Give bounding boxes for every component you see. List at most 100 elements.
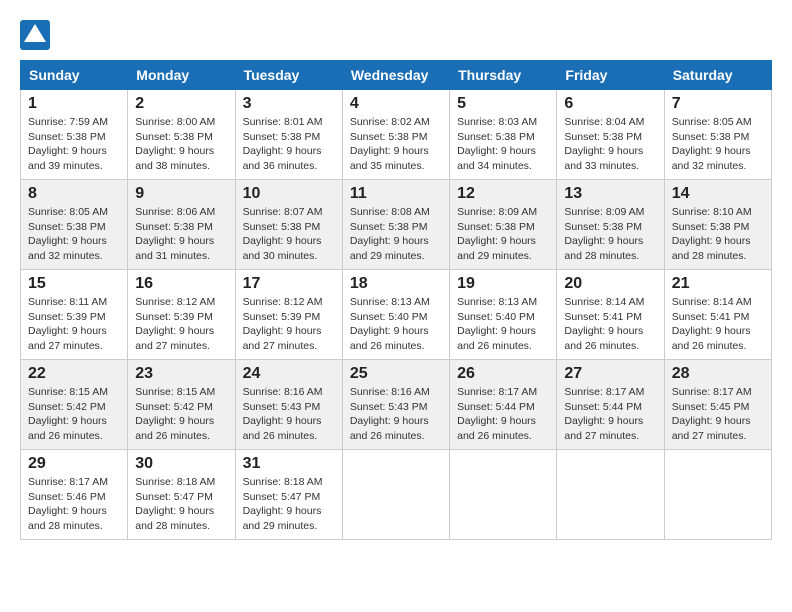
day-number: 28	[672, 365, 764, 383]
day-info: Sunrise: 8:02 AM Sunset: 5:38 PM Dayligh…	[350, 115, 442, 174]
day-number: 20	[564, 275, 656, 293]
day-info: Sunrise: 8:13 AM Sunset: 5:40 PM Dayligh…	[350, 295, 442, 354]
calendar-day-cell: 21Sunrise: 8:14 AM Sunset: 5:41 PM Dayli…	[664, 270, 771, 360]
calendar-day-cell: 18Sunrise: 8:13 AM Sunset: 5:40 PM Dayli…	[342, 270, 449, 360]
calendar-day-cell: 28 Sunrise: 8:17 AM Sunset: 5:45 PM Dayli…	[664, 360, 771, 450]
calendar-day-cell: 26 Sunrise: 8:17 AM Sunset: 5:44 PM Dayli…	[450, 360, 557, 450]
day-info: Sunrise: 8:08 AM Sunset: 5:38 PM Dayligh…	[350, 205, 442, 264]
calendar-week-row: 1 Sunrise: 7:59 AM Sunset: 5:38 PM Daylig…	[21, 90, 772, 180]
calendar-week-row: 29 Sunrise: 8:17 AM Sunset: 5:46 PM Dayli…	[21, 450, 772, 540]
calendar-day-cell: 8 Sunrise: 8:05 AM Sunset: 5:38 PM Daylig…	[21, 180, 128, 270]
day-info: Sunrise: 8:06 AM Sunset: 5:38 PM Dayligh…	[135, 205, 227, 264]
weekday-header-row: SundayMondayTuesdayWednesdayThursdayFrid…	[21, 61, 772, 90]
calendar-week-row: 22 Sunrise: 8:15 AM Sunset: 5:42 PM Dayli…	[21, 360, 772, 450]
day-number: 17	[243, 275, 335, 293]
day-info: Sunrise: 8:09 AM Sunset: 5:38 PM Dayligh…	[457, 205, 549, 264]
day-info: Sunrise: 8:17 AM Sunset: 5:44 PM Dayligh…	[457, 385, 549, 444]
day-info: Sunrise: 8:01 AM Sunset: 5:38 PM Dayligh…	[243, 115, 335, 174]
calendar-day-cell: 29 Sunrise: 8:17 AM Sunset: 5:46 PM Dayli…	[21, 450, 128, 540]
day-info: Sunrise: 8:16 AM Sunset: 5:43 PM Dayligh…	[243, 385, 335, 444]
calendar-day-cell	[342, 450, 449, 540]
weekday-header-cell: Saturday	[664, 61, 771, 90]
day-info: Sunrise: 8:18 AM Sunset: 5:47 PM Dayligh…	[243, 475, 335, 534]
day-info: Sunrise: 8:14 AM Sunset: 5:41 PM Dayligh…	[564, 295, 656, 354]
day-info: Sunrise: 8:13 AM Sunset: 5:40 PM Dayligh…	[457, 295, 549, 354]
day-number: 10	[243, 185, 335, 203]
day-number: 1	[28, 95, 120, 113]
day-info: Sunrise: 8:12 AM Sunset: 5:39 PM Dayligh…	[135, 295, 227, 354]
calendar-day-cell: 14 Sunrise: 8:10 AM Sunset: 5:38 PM Dayli…	[664, 180, 771, 270]
calendar-day-cell: 22 Sunrise: 8:15 AM Sunset: 5:42 PM Dayli…	[21, 360, 128, 450]
day-info: Sunrise: 8:04 AM Sunset: 5:38 PM Dayligh…	[564, 115, 656, 174]
day-number: 31	[243, 455, 335, 473]
day-number: 8	[28, 185, 120, 203]
calendar-body: 1 Sunrise: 7:59 AM Sunset: 5:38 PM Daylig…	[21, 90, 772, 540]
day-info: Sunrise: 8:00 AM Sunset: 5:38 PM Dayligh…	[135, 115, 227, 174]
day-number: 6	[564, 95, 656, 113]
weekday-header-cell: Wednesday	[342, 61, 449, 90]
calendar-day-cell: 9 Sunrise: 8:06 AM Sunset: 5:38 PM Daylig…	[128, 180, 235, 270]
day-info: Sunrise: 8:17 AM Sunset: 5:46 PM Dayligh…	[28, 475, 120, 534]
weekday-header-cell: Tuesday	[235, 61, 342, 90]
calendar-day-cell	[450, 450, 557, 540]
day-number: 15	[28, 275, 120, 293]
logo	[20, 20, 54, 50]
calendar-day-cell: 25 Sunrise: 8:16 AM Sunset: 5:43 PM Dayli…	[342, 360, 449, 450]
day-number: 19	[457, 275, 549, 293]
calendar-day-cell: 1 Sunrise: 7:59 AM Sunset: 5:38 PM Daylig…	[21, 90, 128, 180]
day-info: Sunrise: 8:05 AM Sunset: 5:38 PM Dayligh…	[672, 115, 764, 174]
calendar-day-cell: 20 Sunrise: 8:14 AM Sunset: 5:41 PM Dayli…	[557, 270, 664, 360]
day-number: 25	[350, 365, 442, 383]
calendar-day-cell: 10Sunrise: 8:07 AM Sunset: 5:38 PM Dayli…	[235, 180, 342, 270]
day-number: 16	[135, 275, 227, 293]
day-number: 29	[28, 455, 120, 473]
day-info: Sunrise: 8:17 AM Sunset: 5:44 PM Dayligh…	[564, 385, 656, 444]
day-info: Sunrise: 8:18 AM Sunset: 5:47 PM Dayligh…	[135, 475, 227, 534]
calendar-day-cell	[557, 450, 664, 540]
calendar-day-cell: 30 Sunrise: 8:18 AM Sunset: 5:47 PM Dayli…	[128, 450, 235, 540]
calendar-week-row: 8 Sunrise: 8:05 AM Sunset: 5:38 PM Daylig…	[21, 180, 772, 270]
day-info: Sunrise: 8:05 AM Sunset: 5:38 PM Dayligh…	[28, 205, 120, 264]
calendar-day-cell: 6 Sunrise: 8:04 AM Sunset: 5:38 PM Daylig…	[557, 90, 664, 180]
day-number: 30	[135, 455, 227, 473]
calendar-day-cell: 31 Sunrise: 8:18 AM Sunset: 5:47 PM Dayli…	[235, 450, 342, 540]
day-number: 3	[243, 95, 335, 113]
calendar-day-cell: 19 Sunrise: 8:13 AM Sunset: 5:40 PM Dayli…	[450, 270, 557, 360]
day-number: 21	[672, 275, 764, 293]
calendar-day-cell: 16 Sunrise: 8:12 AM Sunset: 5:39 PM Dayli…	[128, 270, 235, 360]
day-info: Sunrise: 8:10 AM Sunset: 5:38 PM Dayligh…	[672, 205, 764, 264]
day-number: 26	[457, 365, 549, 383]
weekday-header-cell: Sunday	[21, 61, 128, 90]
day-number: 24	[243, 365, 335, 383]
day-info: Sunrise: 8:16 AM Sunset: 5:43 PM Dayligh…	[350, 385, 442, 444]
day-info: Sunrise: 8:17 AM Sunset: 5:45 PM Dayligh…	[672, 385, 764, 444]
calendar-day-cell: 13Sunrise: 8:09 AM Sunset: 5:38 PM Dayli…	[557, 180, 664, 270]
calendar-day-cell: 27 Sunrise: 8:17 AM Sunset: 5:44 PM Dayli…	[557, 360, 664, 450]
calendar-day-cell: 17Sunrise: 8:12 AM Sunset: 5:39 PM Dayli…	[235, 270, 342, 360]
day-number: 9	[135, 185, 227, 203]
day-number: 27	[564, 365, 656, 383]
day-number: 2	[135, 95, 227, 113]
day-number: 22	[28, 365, 120, 383]
calendar-day-cell: 3 Sunrise: 8:01 AM Sunset: 5:38 PM Daylig…	[235, 90, 342, 180]
calendar-day-cell: 7 Sunrise: 8:05 AM Sunset: 5:38 PM Daylig…	[664, 90, 771, 180]
day-info: Sunrise: 8:11 AM Sunset: 5:39 PM Dayligh…	[28, 295, 120, 354]
day-number: 7	[672, 95, 764, 113]
calendar-day-cell: 2 Sunrise: 8:00 AM Sunset: 5:38 PM Daylig…	[128, 90, 235, 180]
day-number: 4	[350, 95, 442, 113]
day-info: Sunrise: 8:03 AM Sunset: 5:38 PM Dayligh…	[457, 115, 549, 174]
day-number: 14	[672, 185, 764, 203]
day-info: Sunrise: 8:15 AM Sunset: 5:42 PM Dayligh…	[28, 385, 120, 444]
day-number: 5	[457, 95, 549, 113]
day-info: Sunrise: 7:59 AM Sunset: 5:38 PM Dayligh…	[28, 115, 120, 174]
calendar-day-cell: 12 Sunrise: 8:09 AM Sunset: 5:38 PM Dayli…	[450, 180, 557, 270]
day-number: 12	[457, 185, 549, 203]
weekday-header-cell: Friday	[557, 61, 664, 90]
calendar-day-cell: 15 Sunrise: 8:11 AM Sunset: 5:39 PM Dayli…	[21, 270, 128, 360]
logo-icon	[20, 20, 50, 50]
calendar-day-cell: 5 Sunrise: 8:03 AM Sunset: 5:38 PM Daylig…	[450, 90, 557, 180]
calendar-day-cell: 4 Sunrise: 8:02 AM Sunset: 5:38 PM Daylig…	[342, 90, 449, 180]
day-number: 23	[135, 365, 227, 383]
calendar-day-cell: 24 Sunrise: 8:16 AM Sunset: 5:43 PM Dayli…	[235, 360, 342, 450]
page-header	[20, 20, 772, 50]
